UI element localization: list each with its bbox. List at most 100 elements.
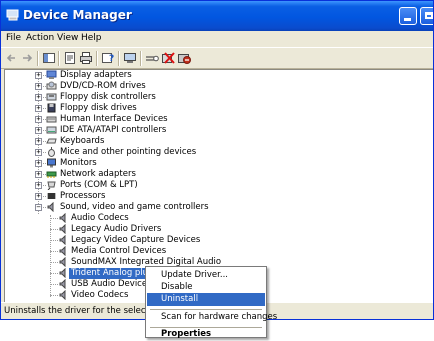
expand-icon[interactable]: + bbox=[35, 127, 42, 134]
update-driver-icon[interactable] bbox=[123, 51, 137, 65]
floppy-drive-icon bbox=[47, 103, 56, 113]
expand-icon[interactable]: + bbox=[35, 83, 42, 90]
tree-item-label: USB Audio Device bbox=[71, 279, 148, 289]
menu-item-label: Uninstall bbox=[161, 294, 199, 304]
ide-controller-icon bbox=[46, 126, 57, 134]
tree-item-label: Legacy Video Capture Devices bbox=[71, 235, 201, 245]
menu-help[interactable]: Help bbox=[81, 33, 102, 43]
tree-line bbox=[50, 229, 58, 230]
back-arrow-icon[interactable] bbox=[5, 51, 19, 65]
expand-icon[interactable]: + bbox=[35, 160, 42, 167]
tree-item-label: Mice and other pointing devices bbox=[60, 147, 197, 157]
speaker-icon bbox=[59, 246, 66, 256]
expand-icon[interactable]: + bbox=[35, 193, 42, 200]
keyboard-icon bbox=[46, 138, 57, 144]
expand-icon[interactable]: + bbox=[35, 149, 42, 156]
network-adapter-icon bbox=[46, 171, 57, 178]
port-icon bbox=[47, 181, 56, 190]
title-bar[interactable]: Device Manager bbox=[1, 1, 433, 31]
tree-line bbox=[50, 295, 58, 296]
minimize-icon bbox=[404, 18, 411, 21]
tree-item-label: Floppy disk drives bbox=[60, 103, 137, 113]
maximize-icon bbox=[425, 12, 433, 19]
speaker-icon bbox=[59, 213, 66, 223]
menu-item-label: Scan for hardware changes bbox=[161, 312, 278, 322]
disable-icon[interactable] bbox=[177, 51, 191, 65]
tree-item-label: Human Interface Devices bbox=[60, 114, 168, 124]
window-title: Device Manager bbox=[23, 8, 132, 22]
speaker-icon bbox=[59, 290, 66, 300]
menu-item-scan-hardware[interactable]: Scan for hardware changes bbox=[147, 311, 277, 324]
speaker-icon bbox=[59, 257, 66, 267]
toolbar-separator bbox=[37, 51, 39, 66]
mouse-icon bbox=[48, 147, 55, 157]
uninstall-icon[interactable] bbox=[161, 51, 175, 65]
dvd-drive-icon bbox=[46, 81, 57, 90]
monitor-icon bbox=[47, 158, 56, 168]
expand-icon[interactable]: + bbox=[35, 116, 42, 123]
tree-item-label: Sound, video and game controllers bbox=[60, 202, 209, 212]
device-manager-icon bbox=[6, 9, 19, 21]
tree-item-label: DVD/CD-ROM drives bbox=[60, 81, 146, 91]
expand-icon[interactable]: + bbox=[35, 182, 42, 189]
speaker-icon bbox=[47, 202, 54, 212]
menu-item-uninstall[interactable]: Uninstall bbox=[147, 293, 265, 306]
processor-icon bbox=[47, 193, 56, 199]
display-adapter-icon bbox=[46, 70, 57, 79]
speaker-icon bbox=[59, 224, 66, 234]
svg-text:?: ? bbox=[109, 54, 114, 64]
tree-item-label: IDE ATA/ATAPI controllers bbox=[60, 125, 167, 135]
status-text: Uninstalls the driver for the selected d… bbox=[4, 306, 146, 316]
console-tree-icon[interactable] bbox=[42, 51, 56, 65]
tree-item-label: Processors bbox=[60, 191, 106, 201]
menu-action[interactable]: Action bbox=[26, 33, 54, 43]
menu-bar: File Action View Help bbox=[1, 31, 433, 47]
speaker-icon bbox=[59, 268, 66, 278]
tree-item-label: Keyboards bbox=[60, 136, 105, 146]
print-icon[interactable] bbox=[79, 51, 93, 65]
toolbar-separator bbox=[140, 51, 142, 66]
toolbar-separator bbox=[118, 51, 120, 66]
toolbar: ? bbox=[1, 47, 433, 69]
expand-icon[interactable]: + bbox=[35, 171, 42, 178]
menu-item-properties[interactable]: Properties bbox=[147, 328, 265, 341]
forward-arrow-icon[interactable] bbox=[20, 51, 34, 65]
toolbar-separator bbox=[58, 51, 60, 66]
expand-icon[interactable]: + bbox=[35, 72, 42, 79]
tree-item-label: Floppy disk controllers bbox=[60, 92, 156, 102]
tree-line bbox=[50, 273, 58, 274]
tree-item-label: Ports (COM & LPT) bbox=[60, 180, 138, 190]
tree-line bbox=[50, 262, 58, 263]
expand-icon[interactable]: + bbox=[35, 105, 42, 112]
hid-icon bbox=[46, 116, 57, 123]
tree-line bbox=[50, 240, 58, 241]
expand-icon[interactable]: + bbox=[35, 94, 42, 101]
speaker-icon bbox=[59, 235, 66, 245]
menu-view[interactable]: View bbox=[57, 33, 78, 43]
tree-item-label: Video Codecs bbox=[71, 290, 129, 300]
context-menu: Update Driver... Disable Uninstall Scan … bbox=[145, 266, 277, 341]
scan-hardware-icon[interactable] bbox=[145, 51, 159, 65]
menu-file[interactable]: File bbox=[6, 33, 21, 43]
help-icon[interactable]: ? bbox=[101, 51, 115, 65]
menu-item-label: Disable bbox=[161, 282, 193, 292]
floppy-controller-icon bbox=[46, 93, 57, 101]
tree-item-label: Network adapters bbox=[60, 169, 136, 179]
tree-line bbox=[50, 284, 58, 285]
speaker-icon bbox=[59, 279, 66, 289]
expand-icon[interactable]: + bbox=[35, 138, 42, 145]
toolbar-separator bbox=[96, 51, 98, 66]
tree-item-label: Monitors bbox=[60, 158, 97, 168]
menu-separator bbox=[150, 309, 262, 310]
tree-item-label: Audio Codecs bbox=[71, 213, 129, 223]
tree-line bbox=[50, 251, 58, 252]
collapse-icon[interactable]: − bbox=[35, 204, 42, 211]
tree-line bbox=[50, 218, 58, 219]
maximize-button[interactable] bbox=[420, 7, 433, 25]
tree-item-label: Legacy Audio Drivers bbox=[71, 224, 162, 234]
menu-item-label: Update Driver... bbox=[161, 270, 228, 280]
minimize-button[interactable] bbox=[399, 7, 417, 25]
tree-item-label: Display adapters bbox=[60, 70, 132, 80]
properties-icon[interactable] bbox=[63, 51, 77, 65]
tree-item-label: Media Control Devices bbox=[71, 246, 167, 256]
